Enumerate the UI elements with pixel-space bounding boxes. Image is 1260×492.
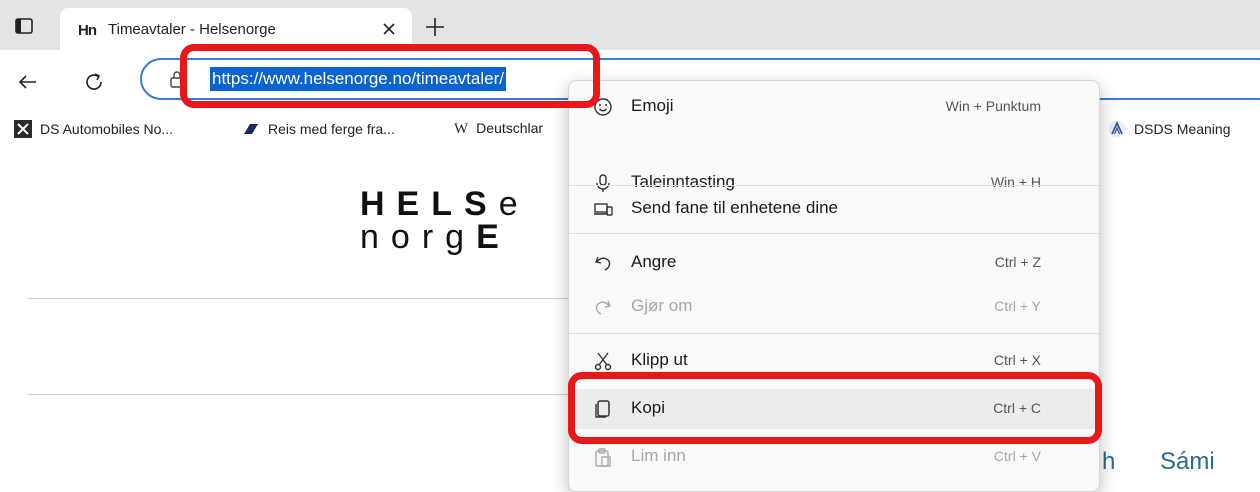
menu-item-shortcut: Ctrl + X (993, 352, 1041, 368)
language-link[interactable]: h (1102, 448, 1115, 476)
menu-separator (569, 233, 1099, 234)
logo-line-2: norgE (360, 218, 511, 256)
logo-line-1: HELSe (360, 185, 530, 223)
copy-icon (593, 399, 613, 419)
bookmark-ferge[interactable]: Reis med ferge fra... (242, 120, 395, 141)
close-icon[interactable] (378, 18, 400, 40)
menu-item-shortcut: Ctrl + C (993, 400, 1041, 416)
tab-actions-icon[interactable] (14, 16, 34, 36)
reload-icon[interactable] (82, 70, 106, 94)
menu-item-angre[interactable]: Angre Ctrl + Z (569, 243, 1099, 283)
tab-title: Timeavtaler - Helsenorge (108, 21, 276, 38)
bookmark-deutschland[interactable]: W Deutschlar (454, 120, 543, 138)
menu-item-label: Angre (631, 252, 677, 271)
menu-item-kopi[interactable]: Kopi Ctrl + C (569, 389, 1099, 429)
new-tab-icon[interactable] (424, 16, 446, 38)
menu-item-shortcut: Ctrl + V (993, 448, 1041, 464)
menu-item-label: Lim inn (631, 446, 686, 465)
cut-icon (593, 351, 613, 371)
url-text[interactable]: https://www.helsenorge.no/timeavtaler/ (210, 67, 506, 91)
bookmark-dsds[interactable]: DSDS Meaning (1108, 120, 1231, 141)
menu-item-klipp-ut[interactable]: Klipp ut Ctrl + X (569, 341, 1099, 381)
bookmark-ds-automobiles[interactable]: DS Automobiles No... (14, 120, 173, 141)
bookmark-label: DS Automobiles No... (40, 121, 174, 138)
ds-logo-icon (14, 120, 32, 141)
triangle-logo-icon (1108, 120, 1126, 141)
bookmark-label: Deutschlar (476, 120, 544, 136)
menu-item-shortcut: Ctrl + Y (994, 298, 1041, 314)
menu-item-label: Klipp ut (631, 350, 688, 369)
context-menu: Emoji Win + Punktum Taleinntasting Win +… (568, 80, 1100, 492)
page-divider (28, 298, 588, 299)
ferry-icon (242, 120, 260, 141)
lock-icon[interactable] (168, 70, 186, 88)
devices-icon (593, 199, 613, 219)
menu-item-shortcut: Ctrl + Z (994, 254, 1041, 270)
wikipedia-icon: W (454, 120, 469, 137)
language-link-sami[interactable]: Sámi (1160, 448, 1215, 476)
menu-item-shortcut: Win + Punktum (945, 98, 1041, 114)
menu-item-label: Emoji (631, 96, 674, 115)
menu-item-label: Gjør om (631, 296, 693, 315)
emoji-icon (593, 97, 613, 117)
bookmark-label: Reis med ferge fra... (268, 121, 395, 138)
back-arrow-icon[interactable] (16, 70, 40, 94)
redo-icon (593, 297, 613, 317)
paste-icon (593, 447, 613, 467)
helsenorge-favicon: Hn (78, 22, 97, 39)
menu-item-send-fane[interactable]: Send fane til enhetene dine (569, 189, 1099, 229)
bookmark-label: DSDS Meaning (1134, 121, 1231, 138)
page-divider (28, 394, 588, 395)
helsenorge-logo[interactable]: HELSe norgE (360, 185, 540, 256)
menu-item-gjor-om[interactable]: Gjør om Ctrl + Y (569, 287, 1099, 327)
menu-item-emoji[interactable]: Emoji Win + Punktum (569, 87, 1099, 127)
tab-active[interactable]: Hn Timeavtaler - Helsenorge (60, 8, 412, 50)
undo-icon (593, 253, 613, 273)
menu-separator (569, 185, 1099, 186)
tab-strip: Hn Timeavtaler - Helsenorge (0, 0, 1260, 50)
menu-item-shortcut: Win + H (990, 174, 1041, 190)
menu-item-lim-inn[interactable]: Lim inn Ctrl + V (569, 437, 1099, 477)
menu-item-label: Send fane til enhetene dine (631, 198, 839, 217)
menu-separator (569, 333, 1099, 334)
menu-item-label: Kopi (631, 398, 666, 417)
